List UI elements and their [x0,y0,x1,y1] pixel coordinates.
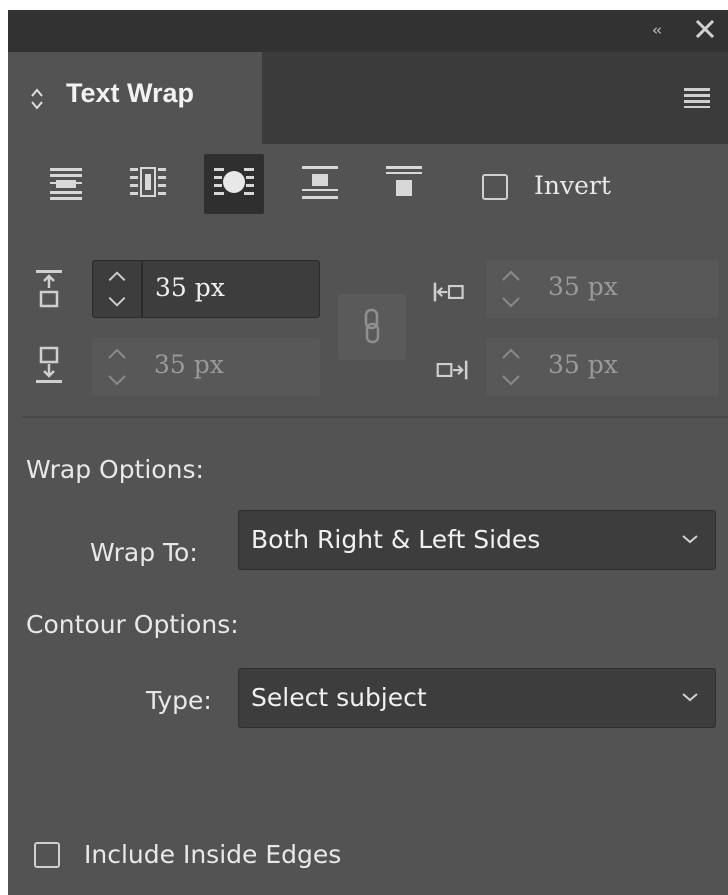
panel-titlebar: ‹‹ [8,10,728,52]
no-text-wrap-button[interactable] [36,154,96,214]
wrap-bounding-box-button[interactable] [118,154,178,214]
left-offset-value: 35 px [548,272,618,301]
left-offset-stepper[interactable]: 35 px [486,260,718,318]
contour-type-value: Select subject [251,683,427,712]
jump-object-button[interactable] [290,154,350,214]
right-offset-icon [436,360,468,380]
spin-arrows-icon[interactable] [93,261,143,317]
spin-arrows-icon[interactable] [92,338,142,396]
wrap-object-shape-icon [214,168,254,195]
tab-strip: Text Wrap [8,52,728,144]
chevron-down-icon [682,693,698,702]
jump-next-column-icon [386,166,422,196]
invert-checkbox[interactable] [482,174,508,200]
invert-label: Invert [534,171,611,200]
spin-arrows-icon[interactable] [486,260,536,318]
contour-type-label: Type: [146,686,212,715]
panel-title: Text Wrap [66,78,195,108]
jump-next-column-button[interactable] [374,154,434,214]
collapse-panel-button[interactable]: ‹‹ [644,18,668,42]
chain-link-icon [364,308,380,344]
top-offset-icon [36,270,62,308]
wrap-bounding-box-icon [130,167,166,197]
right-offset-value: 35 px [548,350,618,379]
hamburger-menu-icon[interactable] [684,86,710,108]
updown-arrows-icon [31,88,43,110]
bottom-offset-stepper[interactable]: 35 px [92,338,320,396]
wrap-to-value: Both Right & Left Sides [251,525,541,554]
tab-text-wrap[interactable]: Text Wrap [8,52,262,144]
link-offsets-button[interactable] [338,294,406,360]
wrap-object-shape-button[interactable] [204,154,264,214]
wrap-to-label: Wrap To: [90,538,198,567]
left-offset-icon [433,282,464,302]
wrap-options-heading: Wrap Options: [26,455,204,484]
include-inside-edges-checkbox[interactable] [34,842,60,868]
close-icon [695,19,715,39]
contour-type-dropdown[interactable]: Select subject [238,668,716,728]
contour-options-heading: Contour Options: [26,610,239,639]
chevron-down-icon [682,535,698,544]
spin-arrows-icon[interactable] [486,338,536,396]
top-offset-value: 35 px [155,273,225,302]
wrap-to-dropdown[interactable]: Both Right & Left Sides [238,510,716,570]
bottom-offset-value: 35 px [154,350,224,379]
jump-object-icon [302,166,338,199]
include-inside-edges-label: Include Inside Edges [84,840,342,869]
close-panel-button[interactable] [692,16,718,42]
text-wrap-panel: ‹‹ Text Wrap Invert 35 px 35 px 35 px 35… [8,10,728,895]
double-chevron-left-icon: ‹‹ [652,21,662,39]
top-offset-stepper[interactable]: 35 px [92,260,320,318]
right-offset-stepper[interactable]: 35 px [486,338,718,396]
section-divider [22,416,728,418]
no-text-wrap-icon [50,168,82,200]
bottom-offset-icon [36,346,62,383]
